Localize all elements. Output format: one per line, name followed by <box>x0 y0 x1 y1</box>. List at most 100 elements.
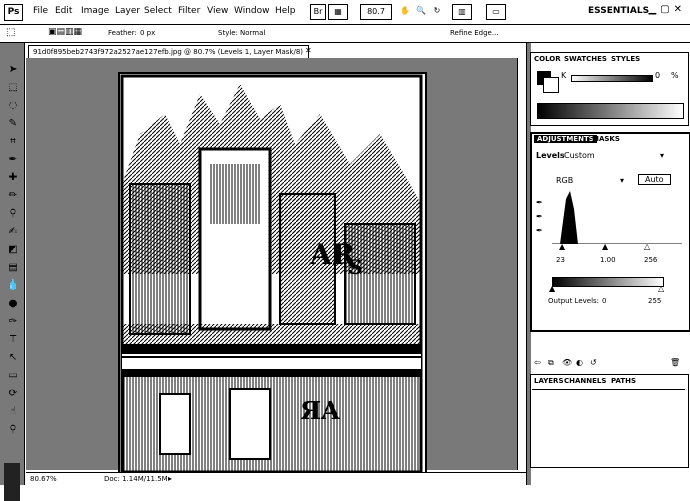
visibility-icon[interactable]: 👁 <box>562 358 572 367</box>
preset-chevron-icon[interactable]: ▾ <box>660 151 664 160</box>
menu-edit[interactable]: Edit <box>55 6 72 16</box>
feather-label: Feather: <box>108 29 137 37</box>
style-select[interactable]: Normal <box>240 29 265 37</box>
window-controls[interactable]: ▁▢✕ <box>648 4 686 15</box>
input-white-slider[interactable]: △ <box>644 242 650 251</box>
eyedropper-icon[interactable]: ✒ <box>6 153 20 167</box>
output-white-slider[interactable]: △ <box>658 284 664 293</box>
menu-file[interactable]: File <box>33 6 48 16</box>
dodge-tool-icon[interactable]: ● <box>6 297 20 311</box>
style-label: Style: <box>218 29 238 37</box>
menu-image[interactable]: Image <box>81 6 109 16</box>
menu-view[interactable]: View <box>207 6 228 16</box>
preset-select[interactable]: Custom <box>564 151 595 160</box>
menu-filter[interactable]: Filter <box>178 6 200 16</box>
brush-tool-icon[interactable]: ✏ <box>6 189 20 203</box>
reset-icon[interactable]: ↺ <box>590 358 597 367</box>
output-levels-label: Output Levels: <box>548 297 600 305</box>
shape-tool-icon[interactable]: ▭ <box>6 369 20 383</box>
k-label: K <box>561 71 567 80</box>
color-ramp[interactable] <box>537 103 684 119</box>
tab-masks[interactable]: MASKS <box>592 135 620 143</box>
tab-channels[interactable]: CHANNELS <box>564 377 606 385</box>
pen-tool-icon[interactable]: ✑ <box>6 315 20 329</box>
close-document-icon[interactable]: ✕ <box>305 46 312 55</box>
output-black-slider[interactable]: ▲ <box>549 284 555 293</box>
adjustments-panel: ADJUSTMENTS MASKS Levels Custom ▾ RGB ▾ … <box>530 132 690 332</box>
input-black-value[interactable]: 23 <box>556 256 565 264</box>
move-tool-icon[interactable]: ➤ <box>6 63 20 77</box>
screen-mode-icon[interactable]: ▭ <box>486 4 506 20</box>
channel-chevron-icon[interactable]: ▾ <box>620 176 624 185</box>
path-select-icon[interactable]: ↖ <box>6 351 20 365</box>
input-gray-slider[interactable]: ▲ <box>602 242 608 251</box>
blur-tool-icon[interactable]: 💧 <box>6 279 20 293</box>
tab-styles[interactable]: STYLES <box>611 55 640 63</box>
menu-window[interactable]: Window <box>234 6 270 16</box>
history-brush-icon[interactable]: ✍ <box>6 225 20 239</box>
menu-select[interactable]: Select <box>144 6 172 16</box>
output-gradient <box>552 277 664 287</box>
layers-panel: LAYERS CHANNELS PATHS <box>530 374 689 468</box>
zoom-tool-icon[interactable]: ⚲ <box>6 423 20 437</box>
eraser-tool-icon[interactable]: ◩ <box>6 243 20 257</box>
rotate-view-icon[interactable]: ↻ <box>430 4 444 18</box>
tab-color[interactable]: COLOR <box>534 55 561 63</box>
gradient-tool-icon[interactable]: ▤ <box>6 261 20 275</box>
marquee-tool-icon[interactable]: ⬚ <box>6 81 20 95</box>
crop-tool-icon[interactable]: ⌗ <box>6 135 20 149</box>
black-eyedropper-icon[interactable]: ✒ <box>536 198 543 207</box>
view-extras-icon[interactable]: ▦ <box>328 4 348 20</box>
workspace-switcher[interactable]: ESSENTIALS <box>588 6 649 16</box>
menu-layer[interactable]: Layer <box>115 6 140 16</box>
lasso-tool-icon[interactable]: ◌ <box>6 99 20 113</box>
tools-panel: ➤ ⬚ ◌ ✎ ⌗ ✒ ✚ ✏ ⚲ ✍ ◩ ▤ 💧 ● ✑ T ↖ ▭ ⟳ ☝ … <box>0 43 25 501</box>
input-black-slider[interactable]: ▲ <box>559 242 565 251</box>
menu-help[interactable]: Help <box>275 6 296 16</box>
healing-brush-icon[interactable]: ✚ <box>6 171 20 185</box>
hand-tool-icon[interactable]: ✋ <box>398 4 412 18</box>
clone-stamp-icon[interactable]: ⚲ <box>6 207 20 221</box>
clip-icon[interactable]: ⧉ <box>548 358 554 368</box>
status-menu-icon[interactable]: ▸ <box>168 474 172 483</box>
feather-input[interactable]: 0 px <box>140 29 155 37</box>
tab-swatches[interactable]: SWATCHES <box>564 55 607 63</box>
bridge-icon[interactable]: Br <box>310 4 326 20</box>
status-doc-info: Doc: 1.14M/11.5M <box>104 475 168 483</box>
input-gray-value[interactable]: 1.00 <box>600 256 616 264</box>
white-eyedropper-icon[interactable]: ✒ <box>536 226 543 235</box>
tab-adjustments[interactable]: ADJUSTMENTS <box>534 135 597 143</box>
3d-rotate-icon[interactable]: ⟳ <box>6 387 20 401</box>
status-zoom[interactable]: 80.67% <box>30 475 57 483</box>
selection-mode-icons[interactable]: ▣▤▥▦ <box>48 27 82 37</box>
return-icon[interactable]: ⇦ <box>534 358 541 367</box>
zoom-tool-icon[interactable]: 🔍 <box>414 4 428 18</box>
menu-bar: Ps File Edit Image Layer Select Filter V… <box>0 0 690 25</box>
output-black-value[interactable]: 0 <box>602 297 606 305</box>
vertical-scrollbar[interactable] <box>517 58 526 470</box>
layers-list[interactable] <box>532 389 685 465</box>
k-value[interactable]: 0 <box>655 71 660 80</box>
document-image: AR S ЯA <box>118 72 427 476</box>
output-white-value[interactable]: 255 <box>648 297 661 305</box>
gray-eyedropper-icon[interactable]: ✒ <box>536 212 543 221</box>
arrange-documents-icon[interactable]: ▥ <box>452 4 472 20</box>
adjustment-title: Levels <box>536 151 565 160</box>
delete-icon[interactable]: 🗑 <box>670 358 680 367</box>
tab-paths[interactable]: PATHS <box>611 377 636 385</box>
auto-button[interactable]: Auto <box>638 174 671 185</box>
quick-select-icon[interactable]: ✎ <box>6 117 20 131</box>
zoom-level-field[interactable]: 80.7 <box>360 4 392 20</box>
hand-tool-icon[interactable]: ☝ <box>6 405 20 419</box>
type-tool-icon[interactable]: T <box>6 333 20 347</box>
previous-state-icon[interactable]: ◐ <box>576 358 583 367</box>
tab-layers[interactable]: LAYERS <box>534 377 564 385</box>
foreground-background-colors[interactable] <box>4 463 20 501</box>
channel-select[interactable]: RGB <box>556 176 573 185</box>
document-tab[interactable]: 91d0f895beb2743f972a2527ae127efb.jpg @ 8… <box>28 45 309 59</box>
marquee-preset-icon[interactable]: ⬚ <box>6 27 15 38</box>
background-color-swatch[interactable] <box>543 77 559 93</box>
input-white-value[interactable]: 256 <box>644 256 657 264</box>
k-slider[interactable] <box>571 75 653 82</box>
refine-edge-button[interactable]: Refine Edge... <box>450 29 499 37</box>
